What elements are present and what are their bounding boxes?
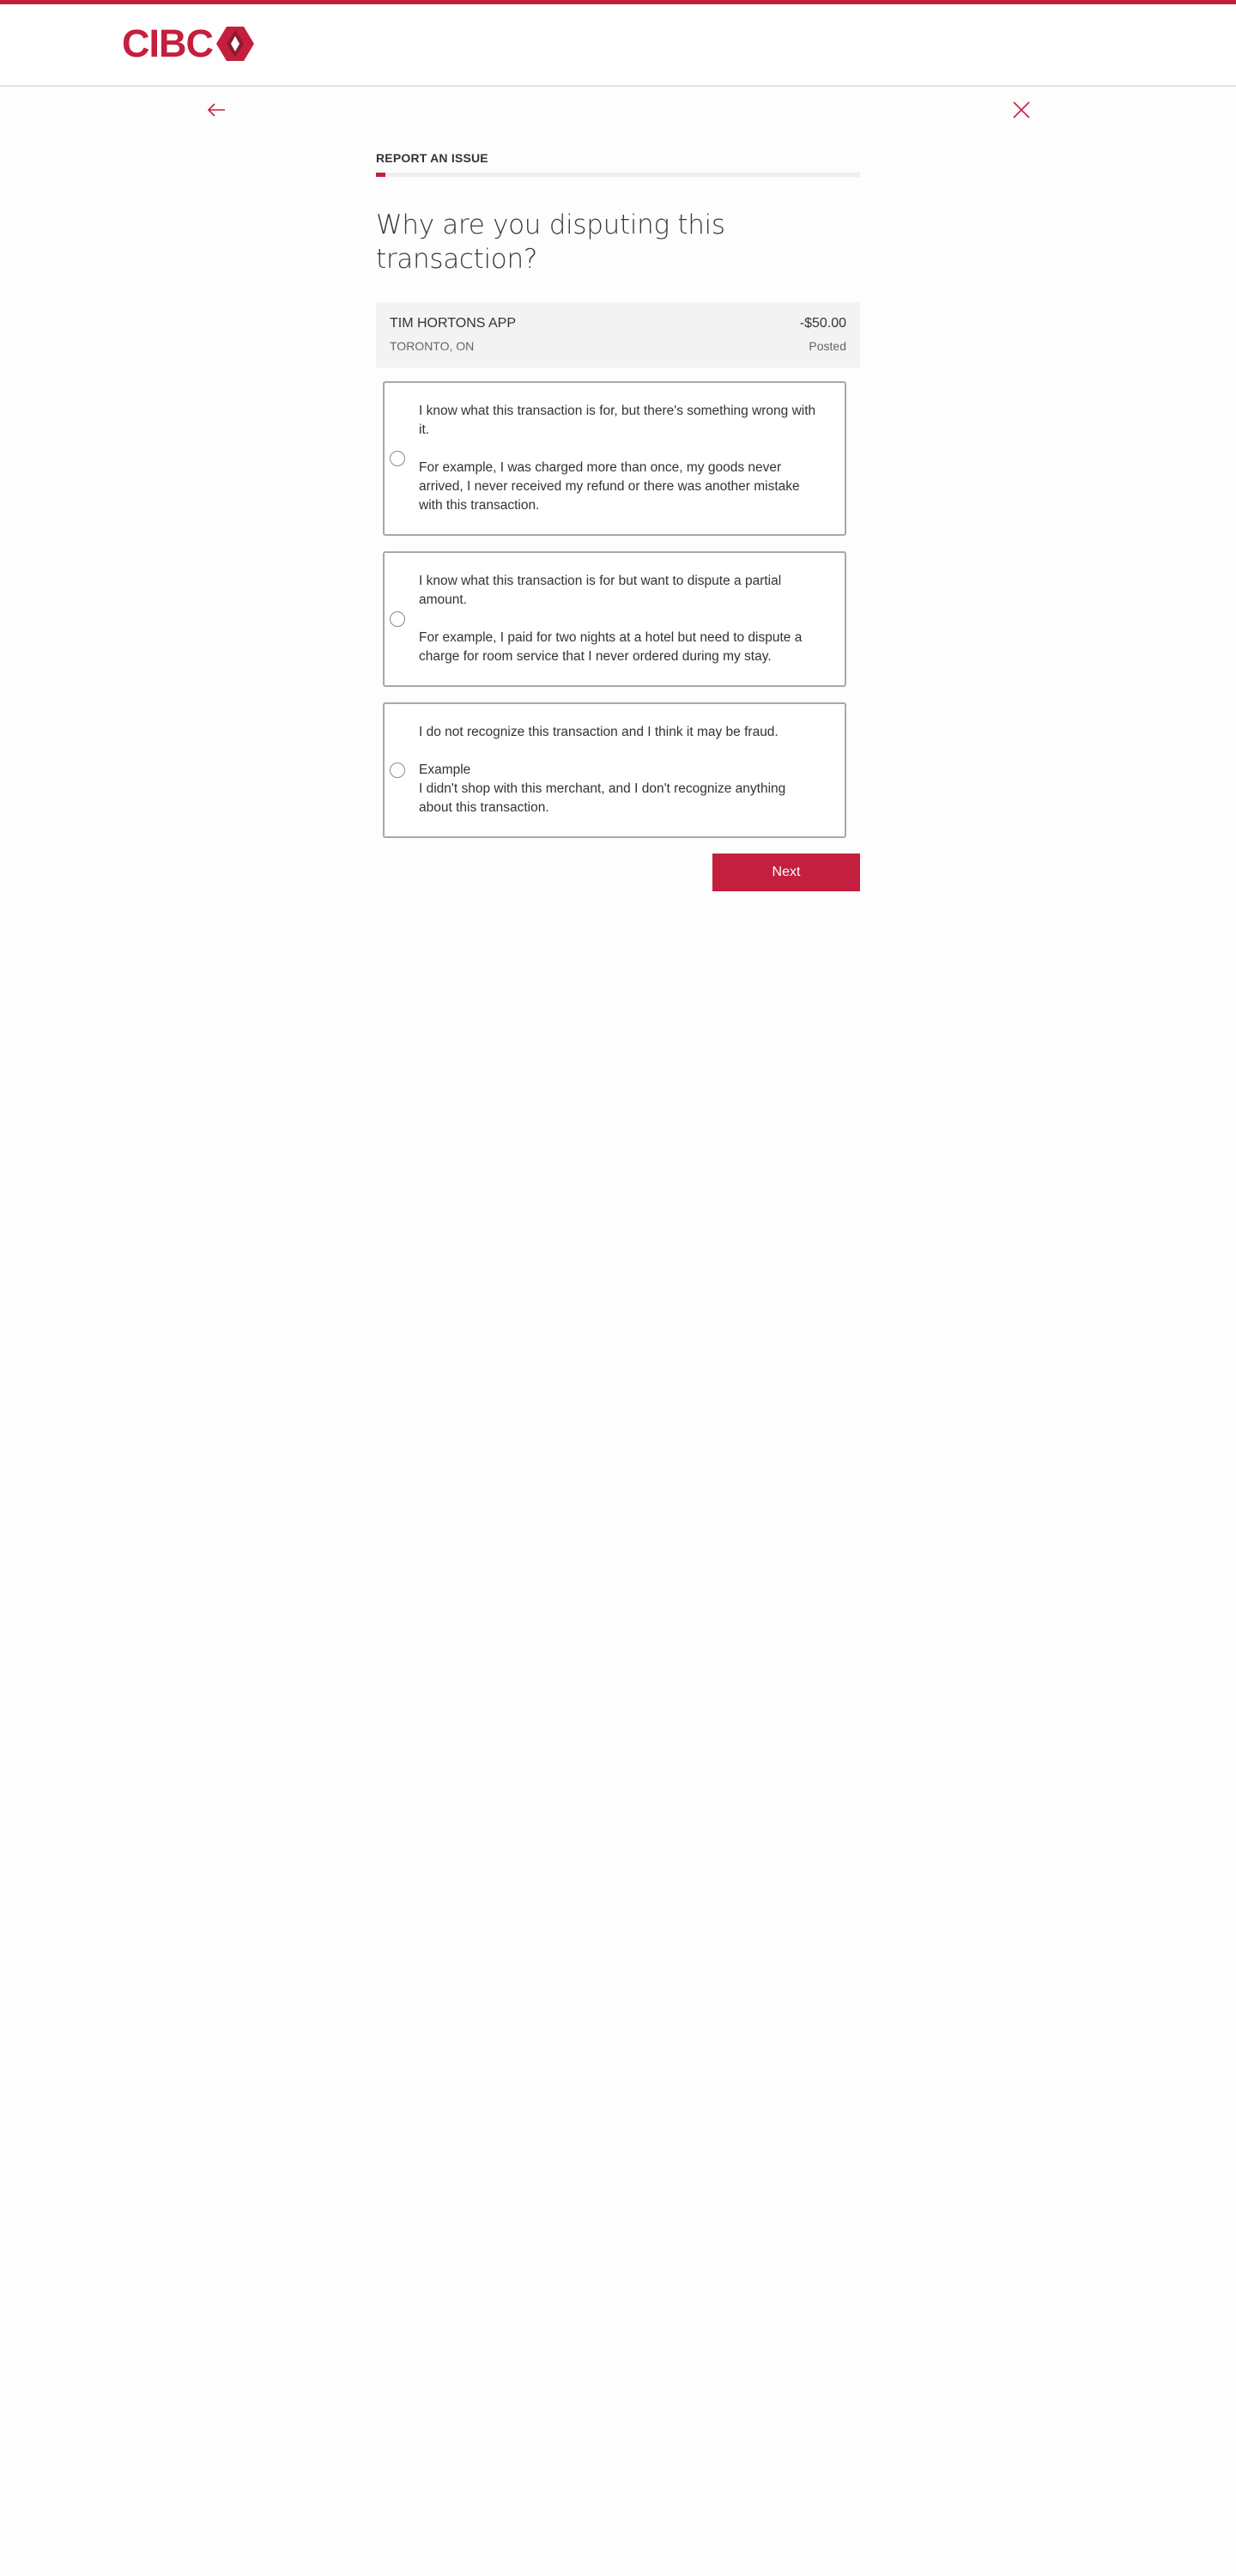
option-example-text: I didn't shop with this merchant, and I …	[419, 781, 786, 815]
progress-bar-fill	[376, 173, 386, 177]
form-actions: Next	[376, 854, 860, 893]
radio-button[interactable]	[390, 451, 405, 466]
flow-eyebrow: REPORT AN ISSUE	[376, 151, 488, 165]
transaction-summary: TIM HORTONS APP TORONTO, ON -$50.00 Post…	[376, 302, 860, 368]
dispute-option-fraud[interactable]: I do not recognize this transaction and …	[383, 702, 846, 838]
arrow-left-icon	[207, 103, 225, 117]
dispute-option-something-wrong[interactable]: I know what this transaction is for, but…	[383, 381, 846, 536]
dispute-form: REPORT AN ISSUE Why are you disputing th…	[376, 150, 860, 893]
transaction-amount: -$50.00	[799, 316, 846, 331]
site-header: CIBC	[0, 4, 1236, 87]
option-text: I do not recognize this transaction and …	[419, 723, 819, 817]
next-button[interactable]: Next	[712, 854, 860, 891]
radio-button[interactable]	[390, 762, 405, 778]
transaction-location: TORONTO, ON	[390, 339, 475, 353]
close-button[interactable]	[1011, 100, 1032, 120]
transaction-merchant: TIM HORTONS APP	[390, 316, 516, 331]
progress-bar	[376, 173, 860, 177]
option-example-text: For example, I paid for two nights at a …	[419, 630, 803, 664]
option-primary-text: I know what this transaction is for but …	[419, 574, 782, 607]
close-icon	[1013, 101, 1030, 118]
option-example-heading: Example	[419, 762, 471, 777]
transaction-status: Posted	[809, 339, 846, 353]
cibc-logo[interactable]: CIBC	[122, 23, 254, 64]
dispute-reason-options: I know what this transaction is for, but…	[383, 381, 846, 838]
logo-diamond-icon	[216, 27, 254, 61]
option-primary-text: I know what this transaction is for, but…	[419, 404, 816, 437]
page-title: Why are you disputing this transaction?	[376, 210, 725, 275]
option-example-text: For example, I was charged more than onc…	[419, 460, 800, 513]
radio-button[interactable]	[390, 611, 405, 627]
dispute-option-partial-amount[interactable]: I know what this transaction is for but …	[383, 551, 846, 687]
logo-wordmark: CIBC	[122, 21, 214, 65]
option-text: I know what this transaction is for, but…	[419, 402, 819, 515]
back-button[interactable]	[206, 100, 227, 120]
option-text: I know what this transaction is for but …	[419, 572, 819, 666]
option-primary-text: I do not recognize this transaction and …	[419, 725, 779, 739]
